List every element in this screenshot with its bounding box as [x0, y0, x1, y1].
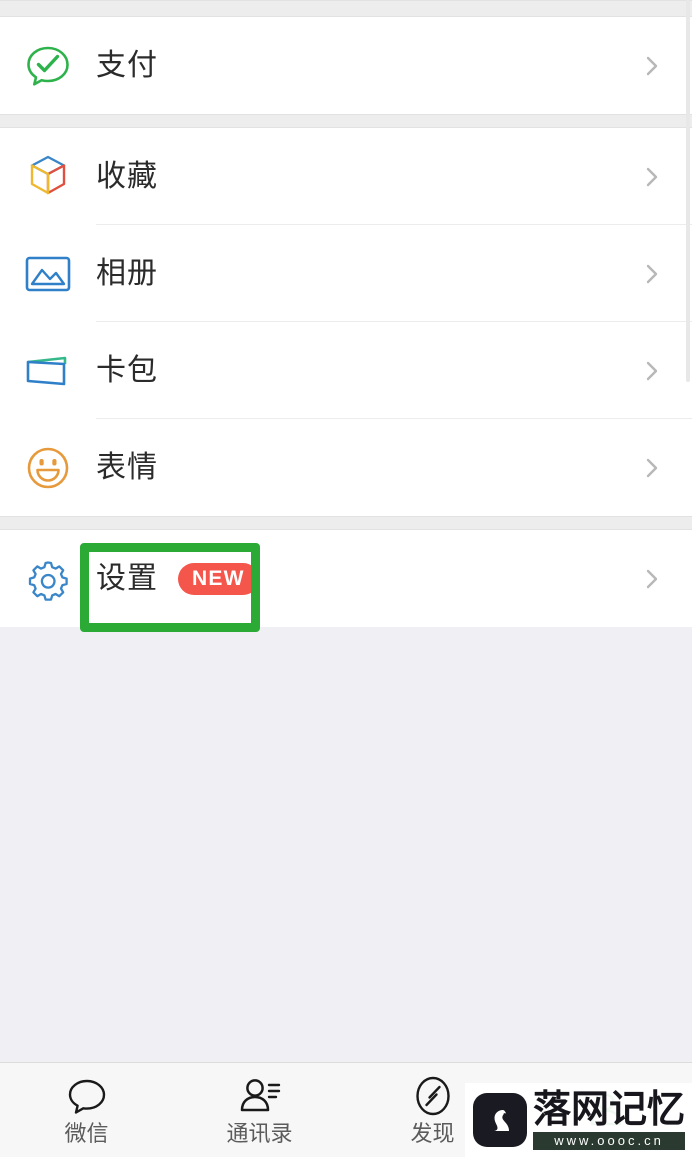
- chevron-right-icon: [642, 264, 662, 284]
- tab-label: 发现: [410, 1121, 455, 1147]
- separator-band-2: [0, 516, 692, 530]
- cards-wallet-icon: [0, 350, 96, 392]
- row-favorites-label-area: 收藏: [96, 158, 692, 194]
- site-watermark: 落网记忆 www.oooc.cn: [465, 1083, 692, 1157]
- status-badge: NEW: [178, 562, 259, 595]
- row-settings[interactable]: 设置 NEW: [0, 530, 692, 627]
- chevron-right-icon: [642, 167, 662, 187]
- section-settings: 设置 NEW: [0, 530, 692, 627]
- compass-icon: [412, 1075, 454, 1117]
- tab-label: 微信: [64, 1121, 109, 1147]
- row-pay[interactable]: 支付: [0, 17, 692, 114]
- chevron-right-icon: [642, 361, 662, 381]
- row-label: 支付: [96, 47, 158, 83]
- emoji-smiley-icon: [0, 445, 96, 491]
- swan-logo-icon: [473, 1093, 527, 1147]
- row-label: 收藏: [96, 158, 158, 194]
- row-label: 表情: [96, 449, 158, 485]
- row-label: 相册: [96, 255, 158, 291]
- row-pay-label-area: 支付: [96, 47, 692, 83]
- gear-icon: [0, 556, 96, 602]
- row-cards[interactable]: 卡包: [0, 322, 692, 419]
- chat-bubble-icon: [66, 1075, 108, 1117]
- row-label: 卡包: [96, 352, 158, 388]
- top-separator-band: [0, 0, 692, 17]
- favorites-cube-icon: [0, 153, 96, 201]
- chevron-right-icon: [642, 569, 662, 589]
- watermark-url: www.oooc.cn: [533, 1132, 686, 1150]
- watermark-text-block: 落网记忆 www.oooc.cn: [533, 1087, 686, 1150]
- row-emoji[interactable]: 表情: [0, 419, 692, 516]
- empty-area: [0, 627, 692, 1056]
- album-icon: [0, 254, 96, 294]
- separator-band-1: [0, 114, 692, 128]
- chevron-right-icon: [642, 458, 662, 478]
- section-pay: 支付: [0, 17, 692, 114]
- section-content: 收藏 相册 卡包 表情: [0, 128, 692, 516]
- tab-chats[interactable]: 微信: [0, 1075, 173, 1146]
- tab-label: 通讯录: [226, 1121, 293, 1147]
- tab-contacts[interactable]: 通讯录: [173, 1075, 346, 1146]
- row-settings-label-area: 设置 NEW: [96, 560, 692, 596]
- vertical-scrollbar[interactable]: [686, 0, 690, 382]
- row-album[interactable]: 相册: [0, 225, 692, 322]
- contacts-icon: [238, 1075, 282, 1117]
- row-cards-label-area: 卡包: [96, 352, 692, 388]
- pay-icon: [0, 43, 96, 89]
- row-emoji-label-area: 表情: [96, 449, 692, 485]
- chevron-right-icon: [642, 56, 662, 76]
- watermark-title: 落网记忆: [533, 1087, 686, 1131]
- row-label: 设置: [96, 560, 158, 596]
- row-favorites[interactable]: 收藏: [0, 128, 692, 225]
- wechat-me-screen: 支付 收藏 相册 卡包 表情 设置 NEW 微信 通讯录 发现 落网记忆 www…: [0, 0, 692, 1157]
- row-album-label-area: 相册: [96, 255, 692, 291]
